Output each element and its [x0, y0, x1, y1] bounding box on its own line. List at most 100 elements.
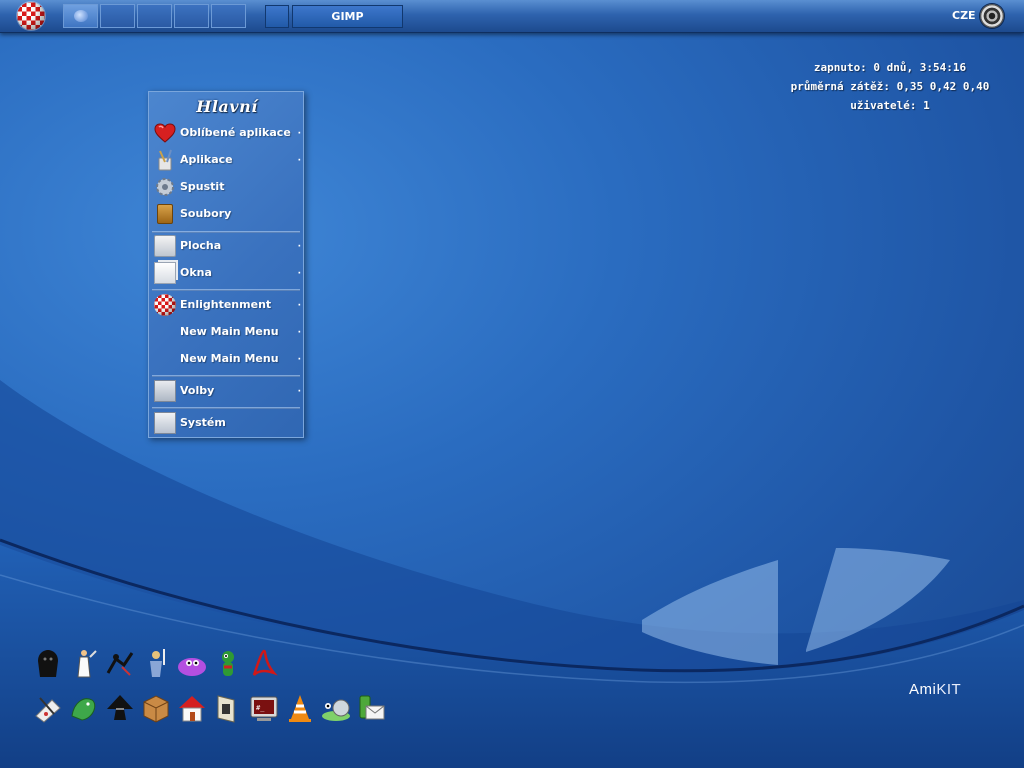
creature-glyph: [222, 651, 234, 676]
gear-icon: [156, 178, 174, 196]
email-icon[interactable]: [356, 692, 388, 724]
paint-palette-icon[interactable]: [32, 692, 64, 724]
email-glyph: [359, 695, 385, 720]
amikit-logo: AmiKIT: [909, 681, 961, 698]
submenu-arrow-icon: ·: [297, 355, 301, 365]
taskbar-gimp-button[interactable]: GIMP: [292, 5, 403, 28]
palette-glyph: [35, 697, 61, 723]
menu-item-label: Oblíbené aplikace: [180, 126, 291, 139]
taskbar: GIMP CZE: [0, 0, 1024, 33]
keyboard-layout-indicator[interactable]: CZE: [952, 9, 976, 22]
snail-icon[interactable]: [320, 692, 352, 724]
amikit-text-kit: KIT: [936, 681, 962, 698]
submenu-arrow-icon: ·: [297, 156, 301, 166]
submenu-arrow-icon: ·: [297, 242, 301, 252]
menu-item-label: Aplikace: [180, 153, 233, 166]
bird-glyph: [71, 698, 96, 721]
system-info-panel: zapnuto: 0 dnů, 3:54:16 průměrná zátěž: …: [770, 58, 1010, 115]
submenu-arrow-icon: ·: [297, 387, 301, 397]
ninja-icon[interactable]: [104, 647, 136, 679]
menu-separator: [152, 375, 300, 377]
menu-item-favorites[interactable]: Oblíbené aplikace ·: [151, 120, 301, 146]
submenu-arrow-icon: ·: [297, 269, 301, 279]
submenu-arrow-icon: ·: [297, 129, 301, 139]
menu-item-new-main-menu-1[interactable]: New Main Menu ·: [151, 319, 301, 345]
menu-item-preferences[interactable]: Volby ·: [151, 378, 301, 404]
menu-item-label: Soubory: [180, 207, 232, 220]
boing-ball-icon: [154, 294, 176, 316]
pager-desk-1[interactable]: [63, 4, 98, 28]
windows-icon: [154, 262, 176, 284]
menu-item-enlightenment[interactable]: Enlightenment ·: [151, 292, 301, 318]
green-creature-icon[interactable]: [212, 647, 244, 679]
snail-glyph: [322, 699, 350, 721]
menu-item-label: Spustit: [180, 180, 225, 193]
menu-item-applications[interactable]: Aplikace ·: [151, 147, 301, 173]
menu-item-windows[interactable]: Okna ·: [151, 260, 301, 286]
gorilla-glyph: [38, 650, 58, 677]
system-icon: [154, 412, 176, 434]
file-manager-icon[interactable]: [212, 692, 244, 724]
package-glyph: [143, 695, 169, 723]
preferences-icon: [154, 380, 176, 402]
menu-item-label: Systém: [180, 416, 226, 429]
menu-item-label: Plocha: [180, 239, 222, 252]
boing-ball-menu-icon[interactable]: [17, 2, 45, 30]
launcher-dock-row-2: #_: [32, 692, 392, 724]
file-manager-glyph: [217, 695, 235, 723]
svg-text:#_: #_: [256, 704, 265, 712]
prince-glyph: [77, 650, 97, 678]
heart-icon: [154, 123, 176, 143]
vlc-glyph: [289, 695, 311, 722]
menu-item-new-main-menu-2[interactable]: New Main Menu ·: [151, 346, 301, 372]
menu-title: Hlavní: [196, 97, 258, 116]
warrior-glyph: [150, 649, 165, 677]
desktop-icon: [154, 235, 176, 257]
inkscape-glyph: [107, 695, 133, 720]
menu-item-label: New Main Menu: [180, 352, 279, 365]
pager-desk-4[interactable]: [174, 4, 209, 28]
users-text: uživatelé: 1: [850, 99, 930, 112]
menu-item-label: Okna: [180, 266, 212, 279]
vlc-icon[interactable]: [284, 692, 316, 724]
prince-of-persia-icon[interactable]: [68, 647, 100, 679]
pager-desk-5[interactable]: [211, 4, 246, 28]
acrobat-icon[interactable]: [248, 647, 280, 679]
package-icon[interactable]: [140, 692, 172, 724]
home-glyph: [179, 696, 205, 722]
gorilla-icon[interactable]: [32, 647, 64, 679]
menu-item-label: New Main Menu: [180, 325, 279, 338]
amikit-text-ami: Ami: [909, 681, 937, 698]
bird-icon[interactable]: [68, 692, 100, 724]
menu-separator: [152, 289, 300, 291]
uptime-text: zapnuto: 0 dnů, 3:54:16: [813, 61, 967, 74]
blob-glyph: [178, 658, 206, 676]
taskbar-toggle-button[interactable]: [265, 5, 289, 28]
pager-desk-2[interactable]: [100, 4, 135, 28]
brush-icon: [158, 149, 172, 171]
volume-icon[interactable]: [980, 4, 1004, 28]
pager-desk-3[interactable]: [137, 4, 172, 28]
menu-item-desktop[interactable]: Plocha ·: [151, 233, 301, 259]
submenu-arrow-icon: ·: [297, 301, 301, 311]
terminal-glyph: #_: [250, 696, 278, 721]
menu-item-files[interactable]: Soubory: [151, 201, 301, 227]
menu-item-label: Volby: [180, 384, 215, 397]
menu-separator: [152, 407, 300, 409]
menu-item-system[interactable]: Systém: [151, 410, 301, 436]
terminal-icon[interactable]: #_: [248, 692, 280, 724]
sword-warrior-icon[interactable]: [140, 647, 172, 679]
purple-blob-icon[interactable]: [176, 647, 208, 679]
desktop-pager: [63, 4, 248, 28]
acrobat-glyph: [252, 649, 278, 676]
folder-icon: [157, 204, 173, 224]
inkscape-icon[interactable]: [104, 692, 136, 724]
menu-item-label: Enlightenment: [180, 298, 272, 311]
pager-window-thumbnail: [74, 10, 88, 22]
launcher-dock-row-1: [32, 647, 284, 679]
load-average-text: průměrná zátěž: 0,35 0,42 0,40: [790, 80, 990, 93]
menu-item-run[interactable]: Spustit: [151, 174, 301, 200]
ninja-glyph: [106, 652, 134, 676]
main-menu: Hlavní Oblíbené aplikace · Aplikace · Sp…: [148, 91, 304, 438]
home-icon[interactable]: [176, 692, 208, 724]
